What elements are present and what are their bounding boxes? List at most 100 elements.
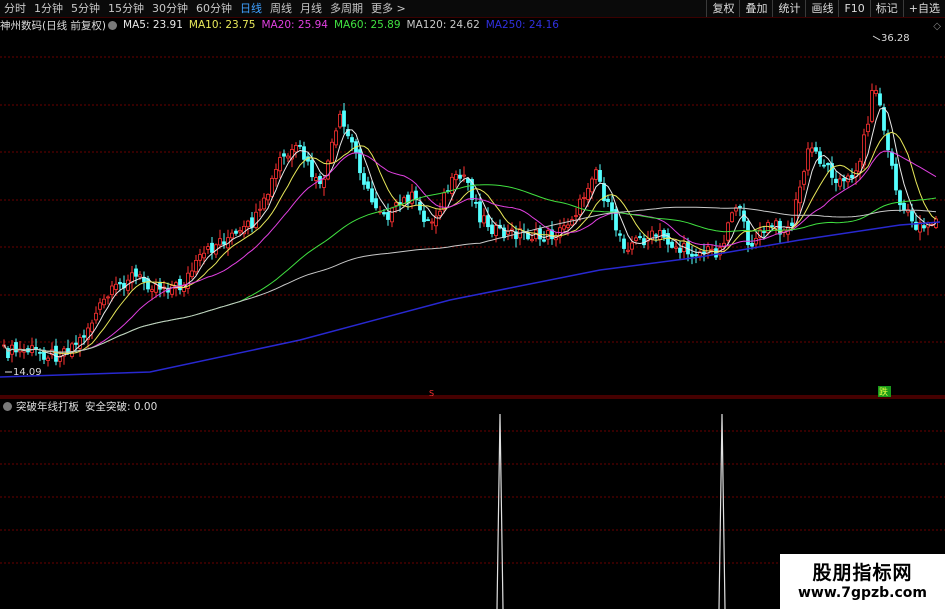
candle-body: [366, 181, 370, 189]
candle-body: [714, 248, 718, 258]
candle-body: [634, 237, 638, 241]
candle-body: [394, 202, 398, 206]
candle-body: [134, 268, 138, 277]
candle-body: [806, 148, 810, 171]
candle-body: [870, 90, 874, 122]
fall-signal-marker: 跌: [879, 387, 888, 398]
sub-chart-title: 突破年线打板: [16, 400, 79, 413]
candle-body: [462, 174, 466, 177]
candle-body: [418, 201, 422, 211]
candle-body: [274, 169, 278, 179]
candle-body: [230, 232, 234, 239]
candle-body: [438, 210, 442, 216]
candle-body: [338, 113, 342, 128]
candle-body: [606, 198, 610, 202]
candle-body: [74, 342, 78, 345]
candle-body: [330, 141, 334, 164]
candle-body: [478, 201, 482, 223]
ma20-line: [3, 150, 937, 353]
candle-body: [622, 238, 626, 249]
candle-body: [426, 219, 430, 222]
candle-body: [282, 153, 286, 157]
candle-body: [838, 178, 842, 187]
candle-body: [382, 212, 386, 215]
ma10-line: [3, 131, 937, 354]
candle-body: [362, 173, 366, 185]
candle-body: [874, 90, 878, 94]
candle-body: [826, 163, 830, 166]
candle-body: [138, 274, 142, 278]
candle-body: [278, 157, 282, 172]
candle-body: [638, 236, 642, 239]
candle-body: [190, 270, 194, 277]
candle-body: [842, 178, 846, 182]
candle-body: [430, 221, 434, 224]
candle-body: [150, 289, 154, 292]
buy-signal-marker: S: [429, 389, 434, 398]
sub-chart-value: 安全突破: 0.00: [85, 400, 158, 413]
candle-body: [414, 190, 418, 200]
candle-body: [730, 212, 734, 223]
candle-body: [198, 254, 202, 261]
candle-body: [894, 163, 898, 191]
candle-body: [490, 224, 494, 235]
candle-body: [178, 278, 182, 291]
low-price-label: 14.09: [13, 367, 42, 378]
candle-body: [38, 351, 42, 354]
candle-body: [630, 242, 634, 250]
candle-body: [314, 177, 318, 181]
candle-body: [94, 312, 98, 321]
candle-body: [654, 234, 658, 237]
candle-body: [106, 296, 110, 299]
candle-body: [618, 233, 622, 236]
candle-body: [814, 147, 818, 152]
candle-body: [234, 230, 238, 234]
candle-body: [910, 211, 914, 222]
candle-body: [154, 284, 158, 293]
candle-body: [458, 174, 462, 179]
candle-body: [370, 188, 374, 203]
candle-body: [294, 145, 298, 153]
candle-body: [486, 215, 490, 228]
candle-body: [350, 137, 354, 143]
candle-body: [626, 249, 630, 252]
breakout-spike-0: [496, 413, 504, 609]
candle-body: [322, 178, 326, 188]
high-marker-line: [872, 35, 881, 41]
candle-body: [270, 177, 274, 197]
candle-body: [850, 174, 854, 179]
gear-icon[interactable]: [3, 401, 12, 411]
candle-body: [454, 174, 458, 181]
candle-body: [934, 218, 938, 228]
candle-body: [218, 238, 222, 246]
candle-body: [466, 178, 470, 183]
candle-body: [210, 242, 214, 253]
ma5-line: [3, 107, 937, 358]
candle-body: [562, 225, 566, 230]
candle-body: [762, 231, 766, 233]
candle-body: [286, 155, 290, 159]
candle-body: [810, 147, 814, 153]
candle-body: [310, 159, 314, 178]
candle-body: [266, 193, 270, 201]
candle-body: [390, 207, 394, 223]
candle-body: [662, 229, 666, 238]
candle-body: [262, 197, 266, 210]
candle-body: [114, 283, 118, 290]
candle-body: [70, 343, 74, 357]
candle-body: [802, 171, 806, 185]
kline-chart-canvas[interactable]: 36.28 14.09 S 跌: [0, 0, 945, 609]
candle-body: [750, 242, 754, 247]
candle-body: [594, 169, 598, 180]
candle-body: [118, 282, 122, 285]
watermark-logo: 股朋指标网 www.7gpzb.com: [780, 554, 945, 609]
candle-body: [598, 170, 602, 182]
breakout-spike-1: [718, 413, 726, 609]
candle-body: [798, 186, 802, 204]
sub-chart-legend: 突破年线打板 安全突破: 0.00: [0, 399, 157, 413]
candle-body: [878, 93, 882, 106]
candle-body: [110, 285, 114, 296]
candle-body: [542, 239, 546, 242]
candle-body: [834, 178, 838, 184]
candle-body: [890, 151, 894, 166]
